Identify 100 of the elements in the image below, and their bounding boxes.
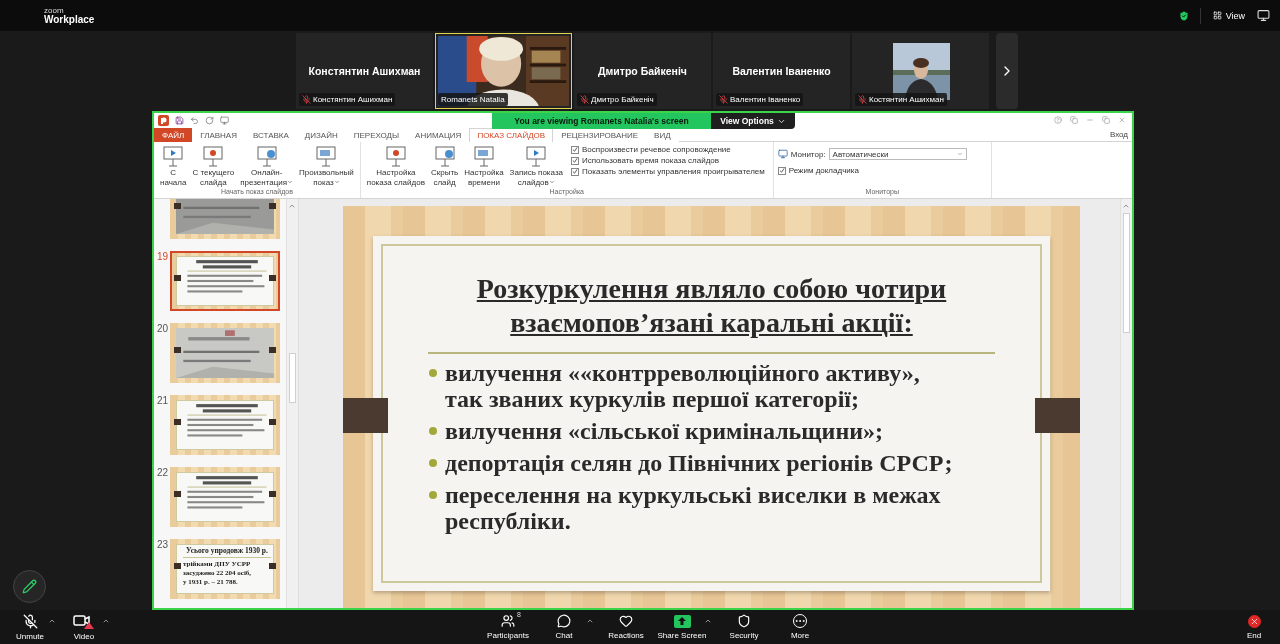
ribbon-button[interactable]: Скрыть слайд — [428, 144, 461, 188]
name-label: Дмитро Байкеніч — [591, 95, 654, 104]
name-label: Костянтин Ашихман — [869, 95, 944, 104]
checkbox-label: Использовать время показа слайдов — [582, 156, 720, 165]
ribbon-button[interactable]: С текущего слайда — [190, 144, 237, 188]
caret-icon — [956, 151, 963, 157]
slideshow-icon — [383, 144, 408, 168]
name-label: Валентин Іваненко — [730, 95, 801, 104]
scrollbar-thumb[interactable] — [289, 353, 296, 403]
toolbar-button[interactable]: Reactions — [598, 614, 654, 640]
toolbar-button[interactable]: More — [772, 614, 828, 640]
ribbon-button[interactable]: Произвольный показ — [297, 144, 356, 188]
caret-icon[interactable] — [48, 617, 56, 625]
slide-number: 23 — [156, 539, 168, 550]
slide-tab — [174, 419, 181, 425]
heart-icon — [619, 614, 633, 628]
slide-number: 22 — [156, 467, 168, 478]
close-icon[interactable] — [1118, 116, 1126, 124]
slide-tab — [269, 491, 276, 497]
name-label: Констянтин Ашихман — [313, 95, 393, 104]
slide-tab — [174, 347, 181, 353]
bullet-text: вилучення «сільської кримінальщини»; — [445, 418, 884, 444]
slideshow-icon — [524, 144, 549, 168]
slide-tab — [174, 275, 181, 281]
scrollbar[interactable] — [286, 199, 298, 608]
toolbar-button[interactable]: Security — [716, 614, 772, 640]
video-button[interactable]: Video — [60, 613, 108, 641]
caret-icon[interactable] — [586, 617, 594, 625]
slide-thumbnail[interactable] — [170, 323, 280, 383]
slideshow-icon — [432, 144, 457, 168]
bullet-dot — [429, 459, 437, 467]
slide-tab — [269, 419, 276, 425]
slideshow-icon — [254, 144, 279, 168]
checkbox-label: Воспроизвести речевое сопровождение — [582, 145, 731, 154]
name-label: Romanets Natalia — [441, 95, 505, 104]
view-button[interactable]: View — [1210, 8, 1247, 23]
toolbar-button[interactable]: Chat — [536, 614, 592, 640]
checkbox[interactable] — [571, 145, 579, 154]
end-button[interactable]: End — [1234, 614, 1274, 640]
app-icon — [158, 114, 169, 126]
participant-name: Дмитро Байкеніч — [598, 65, 687, 77]
caret-icon[interactable] — [102, 617, 110, 625]
save-icon[interactable] — [175, 115, 184, 125]
toolbar-button[interactable]: Share Screen — [654, 614, 710, 640]
slide-tab — [174, 203, 181, 209]
slide-number: 19 — [156, 251, 168, 262]
caret-icon[interactable] — [704, 617, 712, 625]
scroll-up-icon[interactable] — [1122, 202, 1130, 210]
ribbon-tab[interactable]: ПОКАЗ СЛАЙДОВ — [469, 128, 554, 142]
scroll-up-icon[interactable] — [288, 202, 296, 210]
shield-icon — [737, 614, 751, 628]
camera-warning-icon — [73, 613, 95, 629]
participants-icon — [501, 614, 515, 628]
sign-in-link[interactable]: Вход — [1109, 129, 1128, 139]
ribbon-button[interactable]: Настройка времени — [462, 144, 506, 188]
ribbon-tab[interactable]: ФАЙЛ — [154, 128, 193, 142]
slide-title: Розкуркулення являло собою чотири взаємопов’язані каральні акції: — [476, 272, 947, 340]
monitor-select[interactable]: Автоматически — [828, 148, 967, 160]
ribbon-button[interactable]: Онлайн- презентация — [238, 144, 296, 188]
checkbox[interactable] — [571, 167, 579, 176]
slideshow-icon — [161, 144, 186, 168]
sharing-banner: You are viewing Romanets Natalia's screen — [492, 113, 711, 129]
bullet-dot — [429, 369, 437, 377]
undo-icon[interactable] — [190, 115, 199, 125]
ribbon-button[interactable]: Запись показа слайдов — [507, 144, 565, 188]
mic-off-icon — [22, 613, 38, 629]
redo-icon[interactable] — [205, 115, 214, 125]
participant-name: Констянтин Ашихман — [308, 65, 421, 77]
bullet-dot — [429, 427, 437, 435]
checkbox[interactable] — [777, 166, 786, 175]
slide-tab — [269, 203, 276, 209]
annotate-button[interactable] — [13, 570, 46, 603]
slide-thumbnail[interactable] — [170, 395, 280, 455]
grid-icon — [1212, 11, 1222, 20]
bullet-text: вилучення ««контрреволюційного активу», так званих куркулів першої категорії; — [445, 360, 920, 412]
slideshow-icon — [201, 144, 226, 168]
slide-tab — [269, 347, 276, 353]
slide-thumbnail[interactable] — [170, 467, 280, 527]
slideshow-icon — [471, 144, 496, 168]
ribbon-button[interactable]: Настройка показа слайдов — [364, 144, 427, 188]
checkbox-label: Режим докладчика — [788, 166, 859, 175]
scrollbar-thumb[interactable] — [1123, 213, 1130, 333]
bullet-dot — [429, 491, 437, 499]
slide-tab — [269, 563, 276, 569]
ribbon-tab[interactable]: ДИЗАЙН — [296, 128, 346, 142]
monitor-label: Монитор: — [790, 149, 826, 159]
checkbox-label: Показать элементы управления проигрывателем — [582, 167, 765, 176]
screen-icon[interactable] — [1257, 9, 1270, 22]
shield-icon[interactable] — [1177, 9, 1190, 22]
bullet-text: депортація селян до Північних регіонів СРСР; — [445, 450, 953, 476]
slideshow-icon[interactable] — [220, 115, 229, 125]
slide-thumbnail[interactable] — [170, 251, 280, 311]
checkbox[interactable] — [571, 156, 579, 165]
slide-number: 21 — [156, 395, 168, 406]
view-options-button[interactable]: View Options — [711, 113, 795, 129]
scrollbar[interactable] — [1120, 199, 1132, 608]
logo-text: Workplace — [44, 14, 95, 25]
unmute-button[interactable]: Unmute — [6, 613, 54, 641]
slide-tab — [174, 491, 181, 497]
ribbon-button[interactable]: С начала — [158, 144, 189, 188]
